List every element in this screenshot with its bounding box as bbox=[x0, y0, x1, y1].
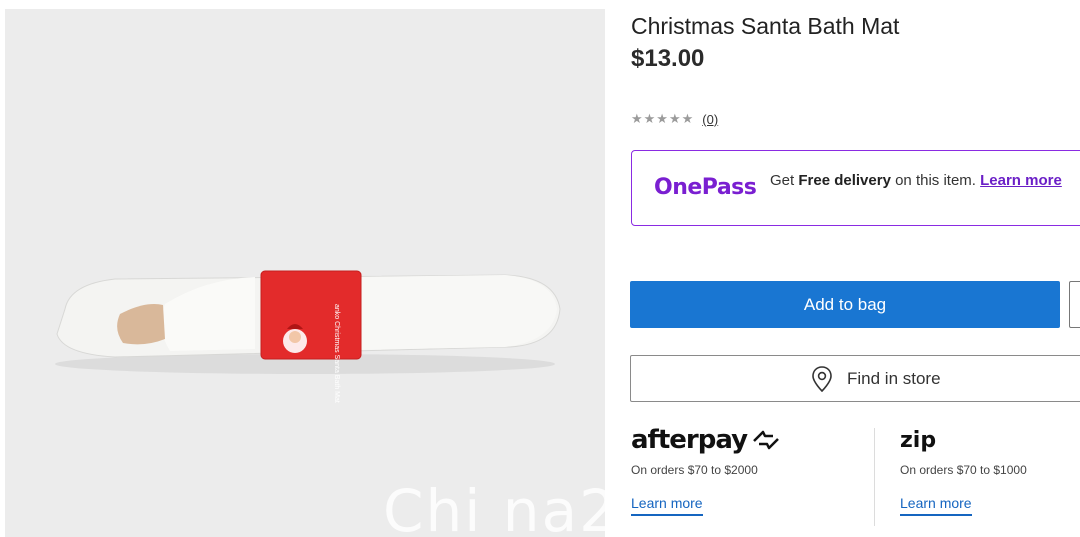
product-band-text: anko Christmas Santa Bath Mat bbox=[333, 304, 340, 403]
onepass-message: Get Free delivery on this item. Learn mo… bbox=[770, 171, 1080, 190]
rating-stars-icon: ★★★★★ bbox=[631, 112, 695, 127]
onepass-text-suffix: on this item. bbox=[890, 172, 981, 189]
location-pin-icon bbox=[812, 365, 832, 392]
rating: ★★★★★ (0) bbox=[631, 112, 718, 127]
onepass-text-bold: Free delivery bbox=[798, 172, 891, 189]
onepass-text-prefix: Get bbox=[770, 172, 799, 189]
zip-note: On orders $70 to $1000 bbox=[900, 463, 1027, 477]
onepass-banner: OnePass Get Free delivery on this item. … bbox=[631, 150, 1080, 226]
payment-divider bbox=[874, 428, 875, 526]
zip-section: zip On orders $70 to $1000 Learn more bbox=[900, 425, 1027, 516]
zip-logo: zip bbox=[900, 427, 937, 453]
onepass-learn-more-link[interactable]: Learn more bbox=[980, 172, 1062, 189]
add-to-bag-button[interactable]: Add to bag bbox=[630, 281, 1060, 328]
product-image: anko Christmas Santa Bath Mat bbox=[55, 270, 561, 403]
find-in-store-label: Find in store bbox=[847, 368, 941, 388]
afterpay-note: On orders $70 to $2000 bbox=[631, 463, 758, 477]
afterpay-arrows-icon bbox=[753, 430, 779, 450]
zip-learn-more-link[interactable]: Learn more bbox=[900, 495, 972, 516]
afterpay-learn-more-link[interactable]: Learn more bbox=[631, 495, 703, 516]
product-image-gallery[interactable]: anko Christmas Santa Bath Mat Chi na2 bbox=[5, 9, 605, 537]
onepass-logo: OnePass bbox=[654, 175, 757, 200]
product-title: Christmas Santa Bath Mat bbox=[631, 13, 900, 39]
review-count-link[interactable]: (0) bbox=[702, 112, 718, 127]
wishlist-button[interactable] bbox=[1069, 281, 1080, 328]
find-in-store-button[interactable]: Find in store bbox=[630, 355, 1080, 402]
afterpay-logo: afterpay bbox=[631, 425, 781, 455]
product-price: $13.00 bbox=[631, 45, 705, 72]
afterpay-logo-text: afterpay bbox=[631, 425, 748, 455]
afterpay-section: afterpay On orders $70 to $2000 Learn mo… bbox=[631, 425, 781, 516]
